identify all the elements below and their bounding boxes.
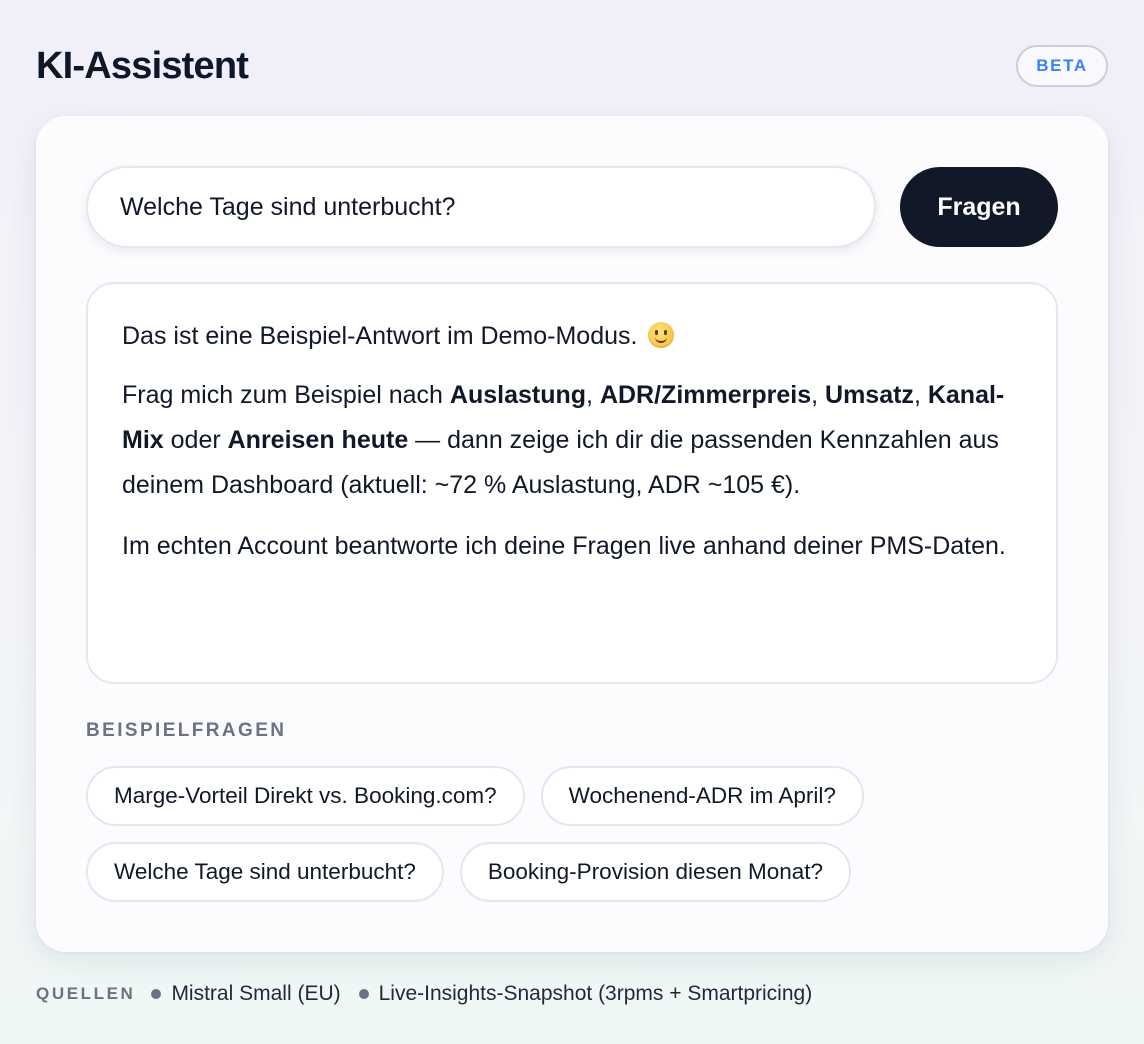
- source-item-label: Mistral Small (EU): [171, 982, 341, 1005]
- answer-text: ,: [811, 381, 826, 409]
- example-chip-wochenend-adr[interactable]: Wochenend-ADR im April?: [540, 766, 864, 826]
- example-chips: Marge-Vorteil Direkt vs. Booking.com? Wo…: [86, 766, 1058, 902]
- question-input[interactable]: [86, 166, 876, 248]
- answer-paragraph-1-text: Das ist eine Beispiel-Antwort im Demo-Mo…: [122, 322, 638, 350]
- slightly-smiling-face-icon: [648, 322, 675, 348]
- answer-keyword: Anreisen heute: [227, 426, 409, 454]
- bullet-dot-icon: [151, 989, 162, 999]
- sources-label: QUELLEN: [36, 984, 136, 1003]
- answer-text: oder: [163, 426, 228, 454]
- answer-text: Frag mich zum Beispiel nach: [122, 381, 450, 409]
- answer-keyword: Umsatz: [825, 381, 914, 409]
- assistant-card: Fragen Das ist eine Beispiel-Antwort im …: [36, 116, 1108, 952]
- source-item-label: Live-Insights-Snapshot (3rpms + Smartpri…: [378, 982, 813, 1005]
- answer-text: ,: [586, 381, 600, 409]
- answer-paragraph-2: Frag mich zum Beispiel nach Auslastung, …: [122, 373, 1022, 508]
- answer-keyword: Auslastung: [449, 381, 587, 409]
- example-chip-marge[interactable]: Marge-Vorteil Direkt vs. Booking.com?: [86, 766, 525, 826]
- answer-paragraph-1: Das ist eine Beispiel-Antwort im Demo-Mo…: [122, 314, 1022, 359]
- bullet-dot-icon: [358, 989, 369, 999]
- answer-text: ,: [913, 381, 928, 409]
- example-chip-unterbucht[interactable]: Welche Tage sind unterbucht?: [86, 842, 444, 902]
- answer-box: Das ist eine Beispiel-Antwort im Demo-Mo…: [86, 282, 1058, 684]
- source-item: Live-Insights-Snapshot (3rpms + Smartpri…: [358, 982, 813, 1006]
- header: KI-Assistent BETA: [36, 40, 1108, 92]
- example-chip-provision[interactable]: Booking-Provision diesen Monat?: [459, 842, 852, 902]
- ask-button[interactable]: Fragen: [900, 167, 1058, 247]
- ask-row: Fragen: [86, 166, 1058, 248]
- beta-badge: BETA: [1016, 45, 1108, 87]
- page-title: KI-Assistent: [36, 44, 249, 87]
- sources-bar: QUELLEN Mistral Small (EU) Live-Insights…: [36, 980, 830, 1008]
- answer-paragraph-3: Im echten Account beantworte ich deine F…: [122, 532, 1006, 560]
- source-item: Mistral Small (EU): [151, 982, 341, 1006]
- answer-keyword: ADR/Zimmerpreis: [599, 381, 812, 409]
- examples-label: BEISPIELFRAGEN: [86, 720, 287, 741]
